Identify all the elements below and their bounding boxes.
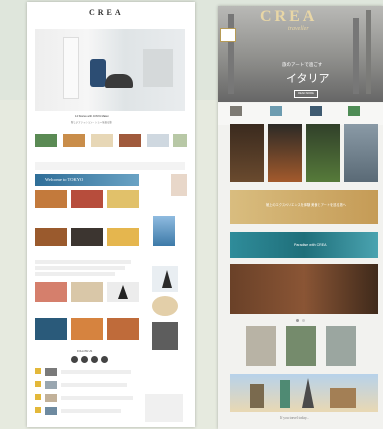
- ticker-text: Paradise with CREA: [294, 243, 327, 247]
- hero-wall: [143, 49, 173, 87]
- hero-caption: 14 Stories with JUNYA Makei: [75, 115, 109, 118]
- left-site-screenshot[interactable]: CREA TOPTRAVELGOURMETBEAUTYFASHIONLIFEST…: [27, 2, 195, 427]
- grid-item-6[interactable]: [107, 228, 139, 246]
- feature-banner[interactable]: 極上のエクスペリエンスを体験 美食とアートを巡る旅へ: [230, 190, 378, 224]
- rank-badge: [35, 381, 41, 387]
- separator-band: [35, 162, 185, 170]
- rank-thumb[interactable]: [45, 394, 57, 402]
- grid-item-4[interactable]: [35, 228, 67, 246]
- food-image-3[interactable]: [326, 326, 356, 366]
- hero-person: [90, 59, 106, 87]
- left-logo[interactable]: CREA: [89, 8, 124, 17]
- grid-item-12[interactable]: [107, 318, 139, 340]
- article-strip[interactable]: [218, 103, 383, 125]
- right-logo-script: traveller: [288, 26, 309, 32]
- hero-read-more-button[interactable]: READ MORE: [294, 90, 318, 98]
- article-text-list[interactable]: [35, 260, 139, 278]
- footer-text: If you travel today...: [280, 416, 310, 420]
- list-item[interactable]: [61, 370, 131, 374]
- list-item[interactable]: [61, 396, 133, 400]
- hero-dress: [63, 37, 79, 99]
- eiffel-icon: [118, 285, 128, 299]
- grid-item-5[interactable]: [71, 228, 103, 246]
- ticker-banner[interactable]: Paradise with CREA: [230, 232, 378, 258]
- carousel-dot[interactable]: [296, 319, 299, 322]
- spire: [353, 18, 359, 94]
- strip-thumb[interactable]: [230, 106, 242, 116]
- thumb-2[interactable]: [63, 134, 85, 147]
- list-item[interactable]: [61, 383, 127, 387]
- carousel-dot[interactable]: [302, 319, 305, 322]
- sidebar-dark-image[interactable]: [152, 322, 178, 350]
- sidebar-tower-image[interactable]: [153, 216, 175, 246]
- thumb-1[interactable]: [35, 134, 57, 147]
- grid-item-8[interactable]: [71, 282, 103, 302]
- ranking-list[interactable]: [35, 368, 139, 424]
- sidebar-avatar[interactable]: [152, 296, 178, 316]
- hero-chair: [105, 74, 133, 88]
- landmark-building: [330, 388, 356, 408]
- right-logo[interactable]: CREA: [260, 8, 317, 26]
- feature-banner-text: 極上のエクスペリエンスを体験 美食とアートを巡る旅へ: [266, 203, 346, 207]
- feature-image-3[interactable]: [306, 124, 340, 182]
- youtube-icon[interactable]: [101, 356, 108, 363]
- grid-item-11[interactable]: [71, 318, 103, 340]
- grid-item-9[interactable]: [107, 282, 139, 302]
- rank-thumb[interactable]: [45, 381, 57, 389]
- rank-badge: [35, 394, 41, 400]
- strip-thumb[interactable]: [270, 106, 282, 116]
- thumb-5[interactable]: [147, 134, 169, 147]
- grid-item-1[interactable]: [35, 190, 67, 208]
- thumb-6[interactable]: [173, 134, 187, 147]
- feature-image-1[interactable]: [230, 124, 264, 182]
- hero-subcaption: 新しいファッション・ショーを巡る旅: [71, 121, 112, 124]
- twitter-icon[interactable]: [81, 356, 88, 363]
- landmark-eiffel: [302, 378, 314, 408]
- spire: [366, 10, 371, 94]
- landmarks-collage[interactable]: [230, 374, 378, 412]
- sidebar-eiffel-image[interactable]: [152, 266, 178, 292]
- hero-title: イタリア: [286, 73, 330, 85]
- list-item[interactable]: [35, 260, 131, 264]
- rank-thumb[interactable]: [45, 407, 57, 415]
- hero-title-small: 旅のアートで過ごす: [282, 62, 323, 67]
- feature-image-4[interactable]: [344, 124, 378, 182]
- sidebar-bottom-ad[interactable]: [145, 394, 183, 422]
- eiffel-icon: [162, 270, 172, 288]
- left-header: CREA TOPTRAVELGOURMETBEAUTYFASHIONLIFEST…: [27, 2, 195, 34]
- strip-thumb[interactable]: [310, 106, 322, 116]
- follow-us-label: FOLLOW US: [77, 350, 93, 353]
- list-item[interactable]: [35, 266, 125, 270]
- left-hero-image[interactable]: [35, 29, 185, 111]
- thumb-3[interactable]: [91, 134, 113, 147]
- feature-image-2[interactable]: [268, 124, 302, 182]
- spire: [228, 14, 234, 94]
- right-badge[interactable]: [220, 28, 236, 42]
- grid-item-3[interactable]: [107, 190, 139, 208]
- landmark-tower: [250, 384, 264, 408]
- landmark-statue: [280, 380, 290, 408]
- grid-item-10[interactable]: [35, 318, 67, 340]
- list-item[interactable]: [35, 272, 115, 276]
- food-image-2[interactable]: [286, 326, 316, 366]
- rank-thumb[interactable]: [45, 368, 57, 376]
- grid-item-2[interactable]: [71, 190, 103, 208]
- food-image-1[interactable]: [246, 326, 276, 366]
- facebook-icon[interactable]: [71, 356, 78, 363]
- grid-item-7[interactable]: [35, 282, 67, 302]
- strip-thumb[interactable]: [348, 106, 360, 116]
- instagram-icon[interactable]: [91, 356, 98, 363]
- right-hero-image[interactable]: CREA traveller 旅のアートで過ごす イタリア READ MORE: [218, 6, 383, 102]
- thumb-4[interactable]: [119, 134, 141, 147]
- welcome-banner-text: Welcome to TOKYO: [45, 177, 84, 182]
- right-site-screenshot[interactable]: CREA traveller 旅のアートで過ごす イタリア READ MORE …: [218, 6, 383, 429]
- rank-badge: [35, 368, 41, 374]
- sidebar-portrait[interactable]: [171, 174, 187, 196]
- welcome-banner[interactable]: Welcome to TOKYO: [35, 174, 139, 186]
- list-item[interactable]: [61, 409, 121, 413]
- rank-badge: [35, 407, 41, 413]
- restaurant-image[interactable]: [230, 264, 378, 314]
